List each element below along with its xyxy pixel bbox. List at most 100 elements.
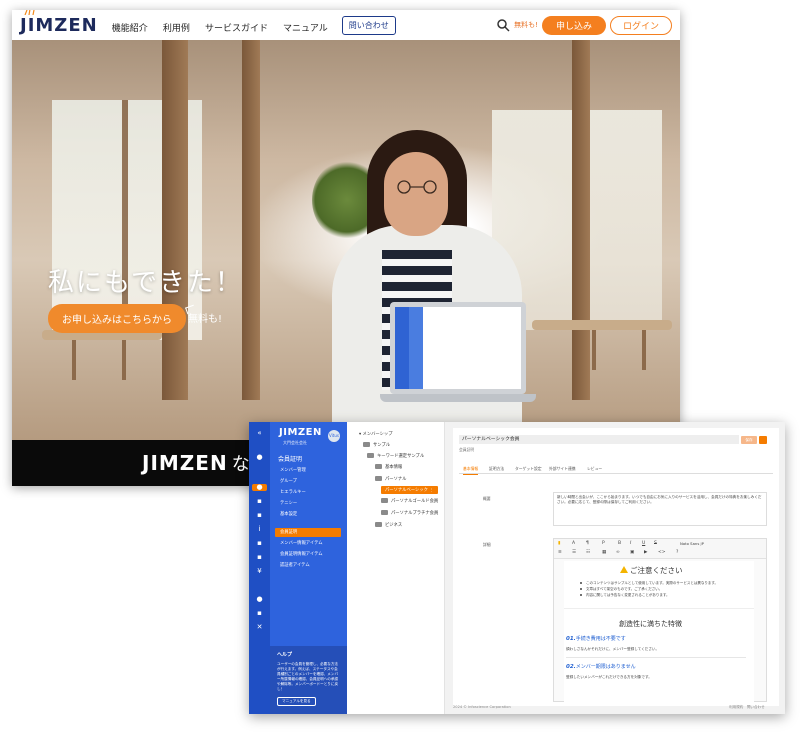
globe-icon[interactable]: ● <box>255 596 264 603</box>
link-icon[interactable]: ∞ <box>616 550 620 555</box>
sidebar-item-hierarchy[interactable]: ヒエラルキー <box>275 488 341 497</box>
feature-title: 01.手続き費用は不要です <box>566 636 626 642</box>
tools-icon[interactable]: ✕ <box>255 624 264 631</box>
tree-node[interactable]: ビジネス <box>375 522 402 528</box>
nav-manual[interactable]: マニュアル <box>283 24 328 34</box>
numbered-list-icon[interactable]: ☷ <box>586 550 590 555</box>
sidebar-item-membership-attributes[interactable]: 会員証明情報アイテム <box>275 550 341 559</box>
format-icon[interactable]: ¶ <box>586 541 589 546</box>
paragraph-icon[interactable]: P <box>602 541 605 546</box>
bold-icon[interactable]: B <box>618 541 621 546</box>
highlight-icon[interactable]: ▮ <box>558 541 560 546</box>
tab-verification[interactable]: 証明方法 <box>489 464 504 474</box>
tree-node[interactable]: サンプル <box>363 442 390 448</box>
login-button[interactable]: ログイン <box>609 15 672 35</box>
lock-icon[interactable]: ▪ <box>255 610 264 617</box>
chat-icon[interactable]: ▪ <box>255 540 264 547</box>
collapse-icon[interactable]: « <box>255 430 264 437</box>
more-button[interactable] <box>759 436 767 444</box>
website-window: JIMZEN 機能紹介 利用例 サービスガイド マニュアル 問い合わせ 無料も!… <box>12 10 680 486</box>
search-icon[interactable] <box>496 18 510 32</box>
tree-node-selected[interactable]: パーソナルベーシック ⋮ <box>381 486 438 494</box>
tab-target[interactable]: ターゲット設定 <box>515 464 542 474</box>
apply-button[interactable]: 申し込み <box>541 15 606 35</box>
bullet-icon <box>580 582 582 584</box>
cart-icon[interactable]: ▪ <box>255 512 264 519</box>
sidebar-section-title: 会員証明 <box>278 456 303 463</box>
tree-root[interactable]: ▾ メンバーシップ <box>359 431 393 437</box>
stool <box>592 330 596 370</box>
rich-text-editor[interactable]: ▮ A ¶ P B I U S Noto Sans JP ≡ ☰ ☷ ▦ ∞ ▣… <box>553 538 767 703</box>
footer-text: な <box>231 454 250 475</box>
code-icon[interactable]: <> <box>658 550 666 555</box>
hero-image: 私にもできた！ お申し込みはこちらから 無料も! <box>12 40 680 455</box>
save-button[interactable]: 保存 <box>741 436 757 444</box>
organization-name: 大門会社会社 <box>283 440 307 445</box>
notice-item: 内容に関しては予告なく変更されることがあります。 <box>586 593 670 597</box>
feature-text: 登録したいメンバーがこれだけできる方を対象です。 <box>566 675 652 679</box>
tab-external-site[interactable]: 外部サイト連携 <box>549 464 576 474</box>
notice-item: 文章はすべて架空のものです。ご了承ください。 <box>586 587 663 591</box>
members-icon[interactable]: ● <box>252 484 267 491</box>
dashboard-icon[interactable]: ● <box>255 454 264 461</box>
sidebar-item-member-attributes[interactable]: メンバー情報アイテム <box>275 539 341 548</box>
contact-button[interactable]: 問い合わせ <box>341 15 396 35</box>
sidebar-item-authorizer-attributes[interactable]: 認証者アイテム <box>275 561 341 570</box>
inquiry-link[interactable]: 問い合わせ <box>747 705 765 709</box>
editor-content[interactable]: ご注意ください このコンテンツはサンプルとして使用しています。実際のサービスとは… <box>564 561 754 703</box>
italic-icon[interactable]: I <box>630 541 631 546</box>
tree-node[interactable]: パーソナルゴールド会員 <box>381 498 438 504</box>
site-logo[interactable]: JIMZEN <box>20 10 98 36</box>
sidebar-item-settings[interactable]: 基本設定 <box>275 510 341 519</box>
tab-basic-info[interactable]: 基本情報 <box>463 464 479 475</box>
logo-rays-icon <box>24 10 35 15</box>
sidebar: JIMZEN 大門会社会社 Vitus 会員証明 メンバー管理 グループ ヒエラ… <box>270 422 347 714</box>
copyright: 2024 © Infoscience Corporation <box>453 705 511 709</box>
document-icon[interactable]: ▪ <box>255 498 264 505</box>
tab-review[interactable]: レビュー <box>587 464 602 474</box>
video-icon[interactable]: ▶ <box>644 550 647 555</box>
manual-button[interactable]: マニュアルを見る <box>277 697 316 706</box>
terms-link[interactable]: 利用規約 <box>729 705 743 709</box>
footer-links: 利用規約 問い合わせ <box>729 705 765 710</box>
sidebar-item-membership[interactable]: 会員証明 <box>275 528 341 537</box>
avatar[interactable]: Vitus <box>328 430 340 442</box>
tree-node[interactable]: パーソナルプラチナ会員 <box>381 510 438 516</box>
font-select[interactable]: Noto Sans JP <box>680 541 704 546</box>
title-input[interactable]: パーソナルベーシック会員 <box>459 435 739 444</box>
chart-icon[interactable]: ▪ <box>255 554 264 561</box>
feature-title: 02.メンバー期限はありません <box>566 664 636 670</box>
tree-node[interactable]: パーソナル <box>375 476 406 482</box>
sidebar-item-group[interactable]: グループ <box>275 477 341 486</box>
nav-features[interactable]: 機能紹介 <box>112 24 148 34</box>
notice-item: このコンテンツはサンプルとして使用しています。実際のサービスとは異なります。 <box>586 581 718 585</box>
color-icon[interactable]: A <box>572 541 575 546</box>
nav-service-guide[interactable]: サービスガイド <box>205 24 268 34</box>
summary-textarea[interactable]: 新しい時間と出会いが、ここから始まります。いつでも自由にお気に入りのサービスを活… <box>553 492 767 526</box>
sidebar-item-tenancy[interactable]: テニシー <box>275 499 341 508</box>
underline-icon[interactable]: U <box>642 541 645 546</box>
table-icon[interactable]: ▦ <box>602 550 606 555</box>
image-icon[interactable]: ▣ <box>630 550 634 555</box>
stool <box>122 340 126 380</box>
help-icon[interactable]: ? <box>676 550 678 555</box>
yen-icon[interactable]: ¥ <box>255 568 264 575</box>
app-logo[interactable]: JIMZEN <box>279 427 322 438</box>
folder-icon <box>375 464 382 469</box>
membership-tree: ▾ メンバーシップ サンプル キーワード選定サンプル 基本情報 パーソナル パー… <box>347 422 445 714</box>
info-icon[interactable]: i <box>255 526 264 533</box>
sidebar-item-member-management[interactable]: メンバー管理 <box>275 466 341 475</box>
notice-title: ご注意ください <box>630 566 683 575</box>
bullet-icon <box>580 594 582 596</box>
tree-node[interactable]: 基本情報 <box>375 464 402 470</box>
editor-toolbar: ▮ A ¶ P B I U S Noto Sans JP ≡ ☰ ☷ ▦ ∞ ▣… <box>554 539 766 559</box>
strikethrough-icon[interactable]: S <box>654 541 657 546</box>
help-title: ヘルプ <box>277 652 293 658</box>
align-icon[interactable]: ≡ <box>558 550 562 555</box>
list-icon[interactable]: ☰ <box>572 550 576 555</box>
tree-node[interactable]: キーワード選定サンプル <box>367 453 424 459</box>
main-panel: パーソナルベーシック会員 会員証明 保存 基本情報 証明方法 ターゲット設定 外… <box>445 422 785 714</box>
icon-rail: « ● ● ▪ ▪ i ▪ ▪ ¥ ● ▪ ✕ <box>249 422 270 714</box>
nav-use-cases[interactable]: 利用例 <box>163 24 190 34</box>
hero-cta-button[interactable]: お申し込みはこちらから <box>48 304 186 333</box>
